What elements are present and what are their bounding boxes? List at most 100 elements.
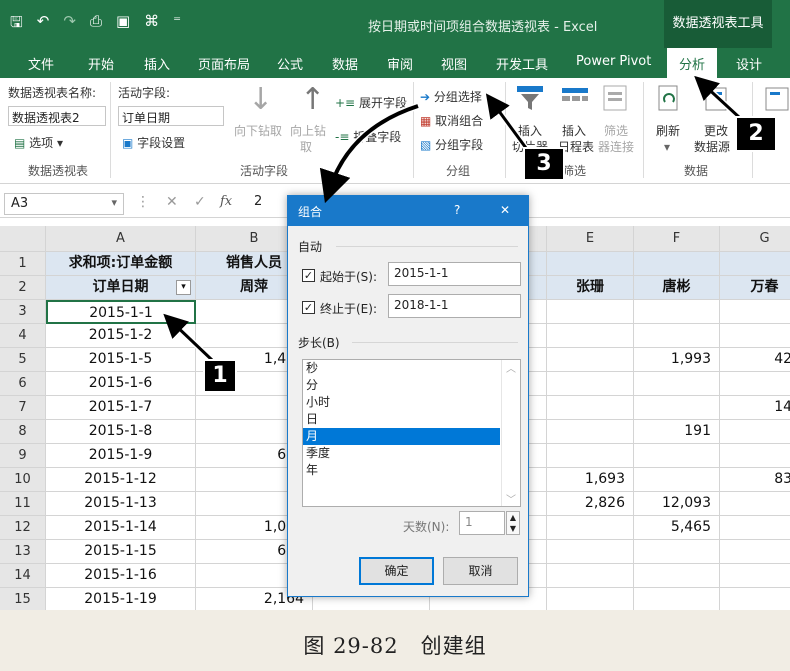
- table-cell[interactable]: [720, 324, 790, 348]
- table-cell[interactable]: 2015-1-14: [46, 516, 196, 540]
- table-cell[interactable]: 2015-1-8: [46, 420, 196, 444]
- table-cell[interactable]: [634, 300, 720, 324]
- pivot-row-field-header[interactable]: 订单日期 ▾: [46, 276, 196, 300]
- table-cell[interactable]: [547, 324, 634, 348]
- table-cell[interactable]: [720, 300, 790, 324]
- step-listbox[interactable]: 秒分小时日月季度年 ︿ ﹀: [302, 359, 521, 507]
- step-option[interactable]: 小时: [303, 394, 520, 411]
- scroll-up-icon[interactable]: ︿: [502, 360, 520, 375]
- table-cell[interactable]: 833: [720, 468, 790, 492]
- row-header[interactable]: 5: [0, 348, 46, 372]
- table-cell[interactable]: 唐彬: [634, 276, 720, 300]
- table-cell[interactable]: 2015-1-13: [46, 492, 196, 516]
- row-header[interactable]: 6: [0, 372, 46, 396]
- formula-content[interactable]: 2: [254, 194, 262, 209]
- table-cell[interactable]: [547, 372, 634, 396]
- table-cell[interactable]: [634, 372, 720, 396]
- cancel-icon[interactable]: ✕: [166, 194, 178, 210]
- insert-function-icon[interactable]: fx: [220, 194, 232, 209]
- table-cell[interactable]: 2015-1-16: [46, 564, 196, 588]
- table-cell[interactable]: 2015-1-1: [46, 300, 196, 324]
- table-cell[interactable]: [547, 516, 634, 540]
- help-button[interactable]: ?: [454, 203, 460, 217]
- table-cell[interactable]: [634, 396, 720, 420]
- table-cell[interactable]: 2015-1-19: [46, 588, 196, 610]
- row-header[interactable]: 1: [0, 252, 46, 276]
- step-option[interactable]: 秒: [303, 360, 520, 377]
- table-cell[interactable]: [634, 324, 720, 348]
- table-cell[interactable]: 140: [720, 396, 790, 420]
- tab-view[interactable]: 视图: [441, 54, 467, 73]
- change-source-button[interactable]: 更改: [704, 122, 728, 139]
- tab-home[interactable]: 开始: [88, 54, 114, 73]
- row-header[interactable]: 8: [0, 420, 46, 444]
- days-spinner[interactable]: ▲ ▼: [506, 511, 520, 535]
- table-cell[interactable]: [547, 300, 634, 324]
- row-header[interactable]: 15: [0, 588, 46, 610]
- table-cell[interactable]: 万春: [720, 276, 790, 300]
- row-header[interactable]: 10: [0, 468, 46, 492]
- row-header[interactable]: 4: [0, 324, 46, 348]
- filter-dropdown-icon[interactable]: ▾: [176, 280, 191, 295]
- table-cell[interactable]: [547, 444, 634, 468]
- step-option[interactable]: 月: [303, 428, 500, 445]
- table-cell[interactable]: [634, 540, 720, 564]
- print-preview-icon[interactable]: ⎙: [90, 12, 102, 37]
- group-selection-button[interactable]: ➔ 分组选择: [420, 88, 482, 105]
- days-input[interactable]: 1: [459, 511, 505, 535]
- tab-formulas[interactable]: 公式: [277, 54, 303, 73]
- insert-timeline-button[interactable]: 插入: [562, 122, 586, 139]
- table-cell[interactable]: 2015-1-12: [46, 468, 196, 492]
- table-cell[interactable]: [634, 252, 720, 276]
- table-cell[interactable]: [720, 420, 790, 444]
- expand-field-button[interactable]: +≡ 展开字段: [335, 94, 407, 111]
- table-cell[interactable]: [720, 252, 790, 276]
- column-header-a[interactable]: A: [46, 226, 196, 252]
- table-cell[interactable]: [720, 540, 790, 564]
- tab-insert[interactable]: 插入: [144, 54, 170, 73]
- group-field-button[interactable]: ▧ 分组字段: [420, 136, 483, 153]
- camera-icon[interactable]: ▣: [116, 12, 130, 37]
- table-cell[interactable]: [720, 372, 790, 396]
- row-header[interactable]: 7: [0, 396, 46, 420]
- row-header[interactable]: 14: [0, 564, 46, 588]
- refresh-button[interactable]: 刷新: [656, 122, 680, 139]
- cancel-button[interactable]: 取消: [443, 557, 518, 585]
- name-box-dropdown-icon[interactable]: ▾: [111, 196, 117, 209]
- tab-developer[interactable]: 开发工具: [496, 54, 548, 73]
- scroll-down-icon[interactable]: ﹀: [502, 491, 520, 506]
- ungroup-button[interactable]: ▦ 取消组合: [420, 112, 483, 129]
- table-cell[interactable]: 2015-1-2: [46, 324, 196, 348]
- pivot-icon[interactable]: ⌘: [144, 12, 159, 37]
- step-option[interactable]: 分: [303, 377, 520, 394]
- field-settings-button[interactable]: ▣ 字段设置: [122, 134, 185, 151]
- drill-up-button[interactable]: 向上钻: [290, 122, 326, 139]
- ok-button[interactable]: 确定: [359, 557, 434, 585]
- table-cell[interactable]: 191: [634, 420, 720, 444]
- redo-icon[interactable]: ↷: [63, 12, 76, 37]
- table-cell[interactable]: 1,993: [634, 348, 720, 372]
- table-cell[interactable]: [634, 468, 720, 492]
- tab-design[interactable]: 设计: [736, 54, 762, 73]
- table-cell[interactable]: [634, 588, 720, 610]
- select-all-corner[interactable]: [0, 226, 46, 252]
- table-cell[interactable]: 420: [720, 348, 790, 372]
- tab-page-layout[interactable]: 页面布局: [198, 54, 250, 73]
- tab-review[interactable]: 审阅: [387, 54, 413, 73]
- start-input[interactable]: 2015-1-1: [388, 262, 521, 286]
- row-header[interactable]: 9: [0, 444, 46, 468]
- pivot-name-input[interactable]: 数据透视表2: [8, 106, 106, 126]
- end-auto-checkbox[interactable]: ✓: [302, 301, 315, 314]
- table-cell[interactable]: [547, 420, 634, 444]
- table-cell[interactable]: 张珊: [547, 276, 634, 300]
- table-cell[interactable]: 2015-1-9: [46, 444, 196, 468]
- table-cell[interactable]: 12,093: [634, 492, 720, 516]
- column-header-e[interactable]: E: [547, 226, 634, 252]
- end-input[interactable]: 2018-1-1: [388, 294, 521, 318]
- row-header[interactable]: 13: [0, 540, 46, 564]
- tab-data[interactable]: 数据: [332, 54, 358, 73]
- table-cell[interactable]: 2015-1-6: [46, 372, 196, 396]
- table-cell[interactable]: 1,693: [547, 468, 634, 492]
- table-cell[interactable]: 2015-1-5: [46, 348, 196, 372]
- table-cell[interactable]: [547, 588, 634, 610]
